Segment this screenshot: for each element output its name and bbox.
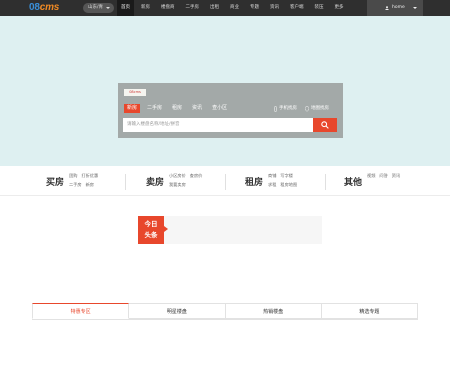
- search-icon: [321, 121, 329, 129]
- nav-item-second-hand[interactable]: 二手房: [182, 0, 204, 16]
- tab-special-offers[interactable]: 特惠专区: [32, 303, 130, 319]
- city-selector[interactable]: 山东/青: [83, 3, 114, 13]
- category-link[interactable]: 商铺: [268, 171, 276, 180]
- search-input[interactable]: 请输入楼盘名称/地址/拼音: [123, 118, 313, 132]
- search-panel-logo: 08cms: [124, 89, 146, 96]
- category-link[interactable]: 资讯: [392, 171, 400, 180]
- category-link[interactable]: 新房: [86, 180, 94, 189]
- category-link[interactable]: 我要卖房: [169, 180, 186, 189]
- tab-second-hand[interactable]: 二手房: [144, 104, 165, 113]
- category-title-other[interactable]: 其他: [344, 175, 362, 188]
- map-search-link[interactable]: 地图找房: [305, 104, 329, 113]
- headlines-badge-line1: 今日: [144, 220, 158, 228]
- site-logo[interactable]: 08cms: [29, 2, 59, 13]
- category-title-sell[interactable]: 卖房: [146, 175, 164, 188]
- nav-item-new-homes[interactable]: 新房: [137, 0, 154, 16]
- tab-star-projects[interactable]: 明星楼盘: [129, 303, 226, 319]
- category-links-sell: 小区房价 查房价 我要卖房: [169, 171, 219, 189]
- mobile-search-label: 手机找房: [279, 106, 297, 111]
- tab-news[interactable]: 资讯: [189, 104, 205, 113]
- search-extra-links: 手机找房 地图找房: [274, 104, 337, 113]
- headlines-badge: 今日 头条: [138, 216, 168, 244]
- nav-item-decor[interactable]: 装压: [311, 0, 328, 16]
- tab-community[interactable]: 查小区: [209, 104, 230, 113]
- city-label: 山东/青: [88, 5, 104, 10]
- category-link[interactable]: 小区房价: [169, 171, 186, 180]
- category-link[interactable]: 求租: [268, 180, 276, 189]
- chevron-down-icon: [106, 7, 110, 9]
- main-nav: 首页 新房 楼盘商 二手房 出租 商业 专题 资讯 客户端 装压 更多: [117, 0, 351, 16]
- nav-item-home[interactable]: 首页: [117, 0, 134, 16]
- nav-item-topics[interactable]: 专题: [246, 0, 263, 16]
- user-name: home: [392, 5, 405, 10]
- divider: [225, 174, 226, 190]
- headlines-badge-line2: 头条: [144, 231, 158, 239]
- category-link[interactable]: 写字楼: [280, 171, 293, 180]
- mobile-search-link[interactable]: 手机找房: [274, 104, 297, 113]
- tab-new-homes[interactable]: 新房: [124, 104, 141, 113]
- category-links-buy: 团购 打折优惠 二手房 新房: [69, 171, 115, 189]
- category-link[interactable]: 问答: [379, 171, 387, 180]
- category-link[interactable]: 查房价: [190, 171, 203, 180]
- map-search-label: 地图找房: [311, 106, 329, 111]
- user-menu[interactable]: home: [367, 0, 423, 16]
- map-pin-icon: [305, 105, 309, 112]
- category-links-other: 视频 问答 资讯: [367, 171, 417, 180]
- category-link[interactable]: 视频: [367, 171, 375, 180]
- category-link[interactable]: 团购: [69, 171, 77, 180]
- logo-part-1: 08: [29, 2, 40, 13]
- phone-icon: [274, 106, 277, 111]
- tab-hot-projects[interactable]: 热销楼盘: [225, 303, 322, 319]
- user-icon: [385, 6, 389, 10]
- tab-featured-topics[interactable]: 精选专题: [321, 303, 418, 319]
- logo-part-2: cms: [39, 2, 60, 13]
- nav-item-news[interactable]: 资讯: [266, 0, 283, 16]
- category-title-buy[interactable]: 买房: [46, 175, 64, 188]
- category-link[interactable]: 打折优惠: [81, 171, 98, 180]
- category-title-rent[interactable]: 租房: [245, 175, 263, 188]
- nav-item-app[interactable]: 客户端: [286, 0, 308, 16]
- tab-rent[interactable]: 租房: [169, 104, 185, 113]
- category-link[interactable]: 二手房: [69, 180, 82, 189]
- divider: [325, 174, 326, 190]
- nav-item-rent[interactable]: 出租: [206, 0, 223, 16]
- category-links-rent: 商铺 写字楼 求租 租房地图: [268, 171, 314, 189]
- category-link[interactable]: 租房地图: [280, 180, 297, 189]
- divider: [125, 174, 126, 190]
- search-tabs: 新房 二手房 租房 资讯 查小区: [124, 104, 234, 113]
- nav-item-3[interactable]: 楼盘商: [157, 0, 179, 16]
- listing-tabs: 特惠专区 明星楼盘 热销楼盘 精选专题: [32, 303, 418, 320]
- chevron-down-icon: [413, 7, 417, 9]
- badge-arrow: [164, 226, 168, 232]
- category-bar: 买房 团购 打折优惠 二手房 新房 卖房 小区房价 查房价 我要卖房 租房 商铺 写字楼…: [0, 166, 450, 196]
- nav-item-commercial[interactable]: 商业: [226, 0, 243, 16]
- search-button[interactable]: [313, 118, 337, 132]
- nav-item-more[interactable]: 更多: [331, 0, 348, 16]
